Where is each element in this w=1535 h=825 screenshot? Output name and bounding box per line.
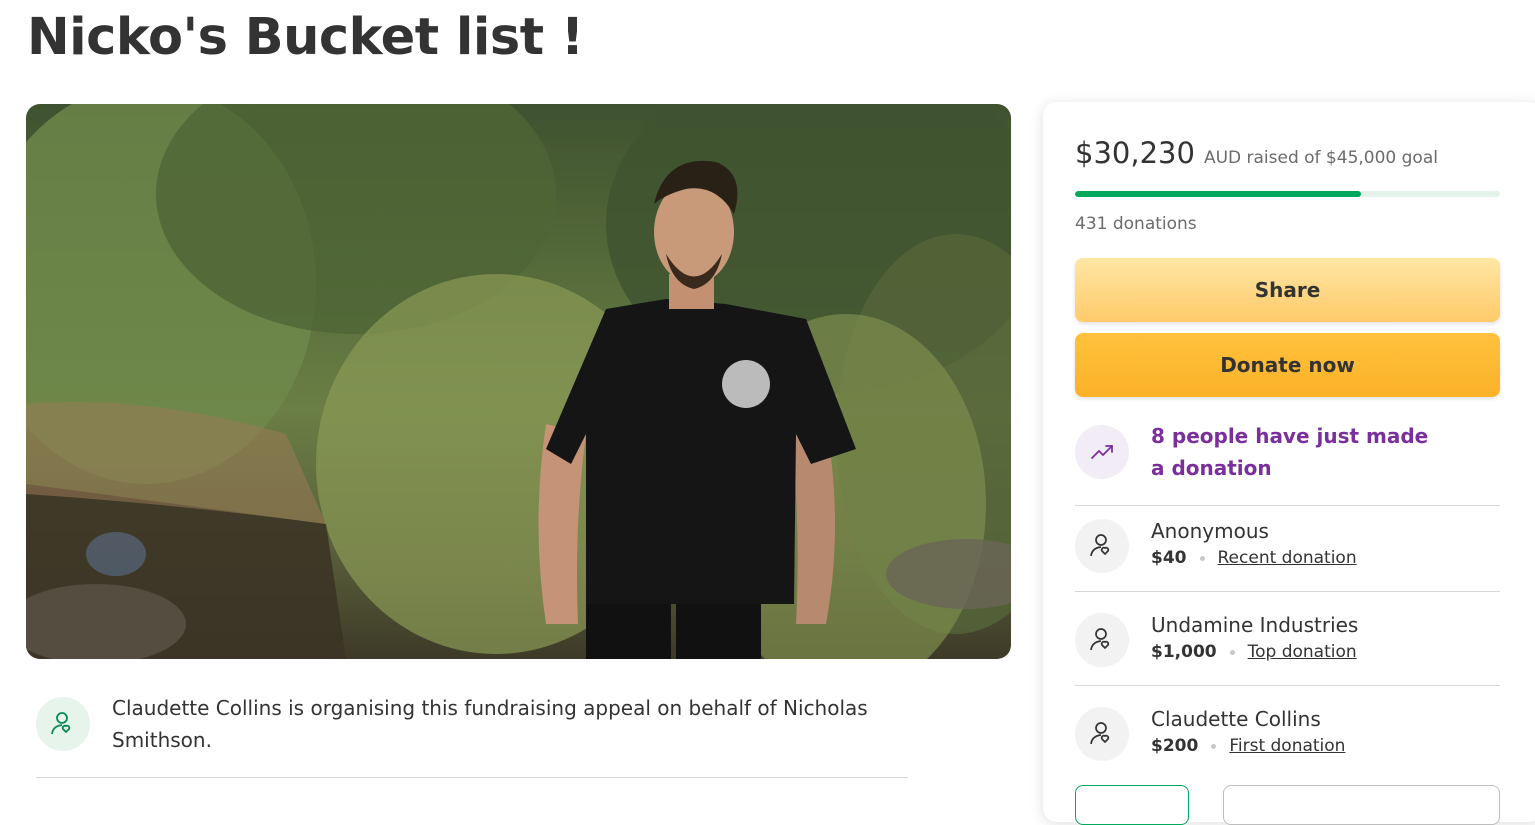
trending-up-icon bbox=[1075, 425, 1129, 479]
user-heart-icon bbox=[1075, 613, 1129, 667]
donor-amount: $40 bbox=[1151, 548, 1187, 568]
donor-name: Claudette Collins bbox=[1151, 707, 1321, 731]
organiser-divider bbox=[36, 777, 908, 778]
organiser-row: Claudette Collins is organising this fun… bbox=[36, 692, 908, 756]
share-button[interactable]: Share bbox=[1075, 258, 1500, 322]
amount-raised-row: $30,230 AUD raised of $45,000 goal bbox=[1075, 136, 1438, 170]
progress-bar bbox=[1075, 191, 1500, 197]
trending-notice: 8 people have just made a donation bbox=[1075, 420, 1500, 484]
recent-donation-link[interactable]: Recent donation bbox=[1218, 548, 1357, 568]
user-heart-icon bbox=[1075, 707, 1129, 761]
donor-amount: $1,000 bbox=[1151, 642, 1217, 662]
see-top-button[interactable] bbox=[1223, 785, 1500, 825]
donations-count: 431 donations bbox=[1075, 214, 1197, 234]
campaign-photo-illustration bbox=[26, 104, 1011, 659]
campaign-photo bbox=[26, 104, 1011, 659]
first-donation-link[interactable]: First donation bbox=[1229, 736, 1345, 756]
donation-card: $30,230 AUD raised of $45,000 goal 431 d… bbox=[1043, 102, 1535, 825]
organiser-text: Claudette Collins is organising this fun… bbox=[112, 696, 868, 752]
separator-dot bbox=[1229, 649, 1235, 655]
donor-amount: $200 bbox=[1151, 736, 1199, 756]
donor-row: Undamine Industries $1,000 Top donation bbox=[1075, 611, 1500, 667]
donor-row: Claudette Collins $200 First donation bbox=[1075, 705, 1500, 761]
donor-name: Anonymous bbox=[1151, 519, 1269, 543]
donor-name: Undamine Industries bbox=[1151, 613, 1359, 637]
divider bbox=[1075, 685, 1500, 686]
donate-now-button[interactable]: Donate now bbox=[1075, 333, 1500, 397]
goal-text: AUD raised of $45,000 goal bbox=[1203, 148, 1438, 168]
top-donation-link[interactable]: Top donation bbox=[1248, 642, 1357, 662]
separator-dot bbox=[1211, 743, 1217, 749]
page-title: Nicko's Bucket list ! bbox=[27, 8, 584, 67]
see-all-button[interactable] bbox=[1075, 785, 1189, 825]
user-heart-icon bbox=[36, 697, 90, 751]
user-heart-icon bbox=[1075, 519, 1129, 573]
amount-raised: $30,230 bbox=[1075, 136, 1195, 170]
trending-text: 8 people have just made a donation bbox=[1151, 424, 1429, 480]
donor-row: Anonymous $40 Recent donation bbox=[1075, 517, 1500, 573]
divider bbox=[1075, 591, 1500, 592]
separator-dot bbox=[1199, 555, 1205, 561]
progress-bar-fill bbox=[1075, 191, 1361, 197]
divider bbox=[1075, 505, 1500, 506]
